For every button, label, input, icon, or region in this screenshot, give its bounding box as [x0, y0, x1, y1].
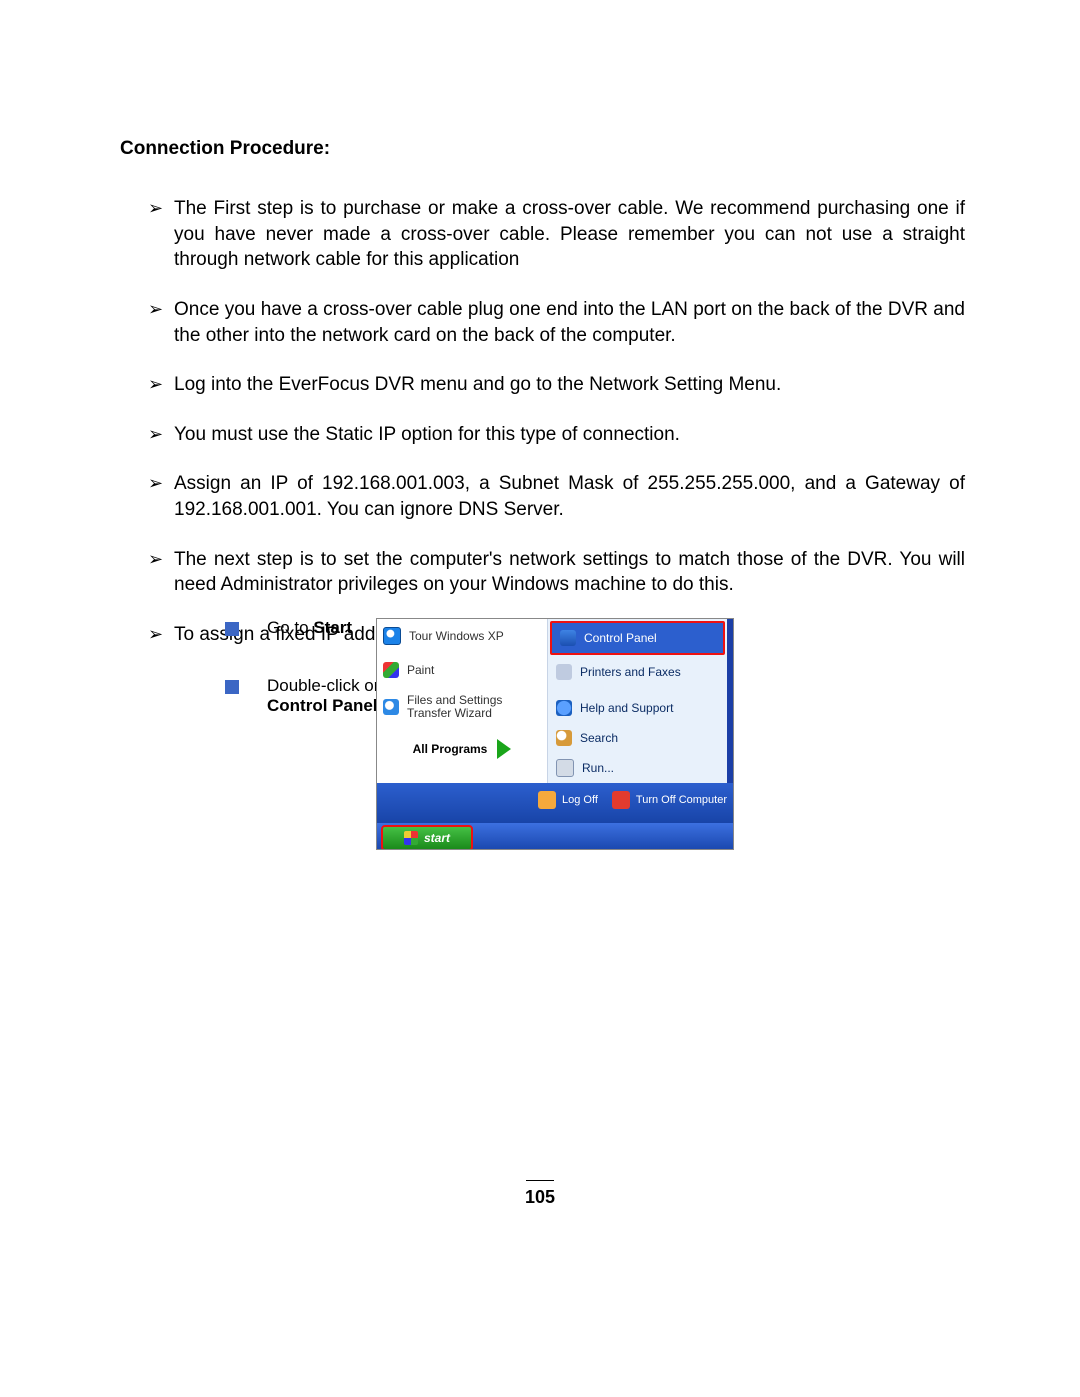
menu-item-search[interactable]: Search: [548, 723, 727, 753]
instruction-text: Double-click on Control Panel: [267, 676, 383, 716]
menu-item-control-panel[interactable]: Control Panel: [550, 621, 725, 655]
menu-label: Paint: [407, 663, 434, 677]
control-panel-icon: [560, 630, 576, 646]
tour-icon: [383, 627, 401, 645]
menu-item-files-wizard[interactable]: Files and Settings Transfer Wizard: [377, 687, 547, 727]
startmenu-right-column: Control Panel Printers and Faxes Help an…: [548, 619, 727, 783]
menu-label: Files and Settings Transfer Wizard: [407, 694, 541, 720]
logoff-button[interactable]: Log Off: [538, 791, 598, 809]
window-edge: [727, 619, 733, 783]
section-heading: Connection Procedure:: [120, 138, 965, 160]
power-icon: [612, 791, 630, 809]
menu-label: Search: [580, 731, 618, 745]
printers-icon: [556, 664, 572, 680]
instruction-prefix: Double-click on: [267, 676, 383, 695]
startmenu-left-column: Tour Windows XP Paint Files and Settings…: [377, 619, 547, 783]
search-icon: [556, 730, 572, 746]
start-label: start: [424, 831, 450, 845]
startmenu-screenshot: Tour Windows XP Paint Files and Settings…: [376, 618, 734, 850]
menu-item-paint[interactable]: Paint: [377, 653, 547, 687]
square-bullet-icon: [225, 680, 239, 694]
start-button[interactable]: start: [381, 825, 473, 850]
list-item: The next step is to set the computer's n…: [148, 547, 965, 598]
list-item: The First step is to purchase or make a …: [148, 196, 965, 273]
body-content: Connection Procedure: The First step is …: [120, 138, 965, 672]
startmenu-footer: Log Off Turn Off Computer: [377, 783, 733, 823]
all-programs-label: All Programs: [413, 742, 488, 756]
run-icon: [556, 759, 574, 777]
menu-item-run[interactable]: Run...: [548, 753, 727, 783]
taskbar: start: [377, 823, 733, 849]
turn-off-button[interactable]: Turn Off Computer: [612, 791, 727, 809]
chevron-right-icon: [497, 739, 511, 759]
list-item: You must use the Static IP option for th…: [148, 422, 965, 448]
list-item: Log into the EverFocus DVR menu and go t…: [148, 372, 965, 398]
instruction-prefix: Go to: [267, 618, 313, 637]
menu-label: Help and Support: [580, 701, 673, 715]
menu-label: Printers and Faxes: [580, 665, 681, 679]
menu-label: Tour Windows XP: [409, 629, 504, 643]
windows-logo-icon: [404, 831, 418, 845]
logoff-label: Log Off: [562, 794, 598, 806]
turn-off-label: Turn Off Computer: [636, 794, 727, 806]
list-item: Assign an IP of 192.168.001.003, a Subne…: [148, 471, 965, 522]
menu-label: Run...: [582, 761, 614, 775]
files-transfer-icon: [383, 699, 399, 715]
menu-label: Control Panel: [584, 631, 657, 645]
menu-item-help[interactable]: Help and Support: [548, 693, 727, 723]
menu-item-tour[interactable]: Tour Windows XP: [377, 619, 547, 653]
paint-icon: [383, 662, 399, 678]
square-bullet-icon: [225, 622, 239, 636]
all-programs-button[interactable]: All Programs: [377, 739, 547, 759]
instruction-bold: Start: [313, 618, 352, 637]
instruction-text: Go to Start: [267, 618, 352, 638]
instruction-bold: Control Panel: [267, 696, 378, 715]
page-number: 105: [0, 1180, 1080, 1208]
menu-item-printers[interactable]: Printers and Faxes: [548, 657, 727, 687]
help-icon: [556, 700, 572, 716]
list-item: Once you have a cross-over cable plug on…: [148, 297, 965, 348]
document-page: Connection Procedure: The First step is …: [0, 0, 1080, 1397]
logoff-icon: [538, 791, 556, 809]
bullet-list: The First step is to purchase or make a …: [120, 196, 965, 648]
